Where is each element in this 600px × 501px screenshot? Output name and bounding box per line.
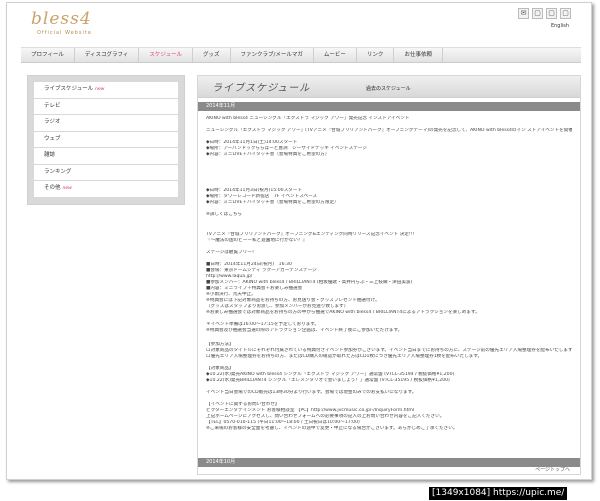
sidebar-menu: ライブスケジュール new テレビ ラジオ ウェブ 雑誌 ランキング その他 new — [27, 75, 185, 205]
new-badge: new — [95, 87, 105, 92]
schedule-content: ライブスケジュール 過去のスケジュール 2014年11月 AKINO with … — [197, 75, 581, 475]
sidebar-item-ranking[interactable]: ランキング — [34, 164, 178, 180]
sidebar-item-radio[interactable]: ラジオ — [34, 115, 178, 131]
browser-frame: bless4 Official Website ✉ ▢ ▢ ▢ English … — [6, 2, 592, 480]
share-icon[interactable]: ▢ — [532, 8, 543, 19]
body-line[interactable]: ※詳しくはこちら — [206, 212, 572, 218]
nav-movie[interactable]: ムービー — [314, 48, 357, 62]
page-title: ライブスケジュール — [212, 83, 311, 94]
body-line: ※特典会及び抽選会当選の際のアトラクション企画は、イベント終了後にご参加いただけ… — [206, 328, 403, 333]
event-block-3: TVアニメ『甘城ブリリアントパーク』オープニング&エンディング同時リリース記念イ… — [206, 232, 572, 334]
english-link[interactable]: English — [551, 23, 569, 29]
event-block-2: ◆日時：2014年11月3日(祝月)15:00スタート ◆場所：タワーレコード新宿… — [206, 188, 572, 218]
date-header-oct: 2014年10月 — [198, 458, 580, 467]
upic-watermark: [1349x1084] https://upic.me/ — [429, 487, 568, 500]
nav-goods[interactable]: グッズ — [193, 48, 231, 62]
body-line: ニューシングル「エクストラ マジック アワー」(TVアニメ『甘城ブリリアントパー… — [206, 128, 572, 133]
nav-link[interactable]: リンク — [357, 48, 395, 62]
title-band: ライブスケジュール 過去のスケジュール — [198, 76, 580, 98]
page-top-link[interactable]: ページトップへ — [535, 466, 570, 473]
sidebar-item-tv[interactable]: テレビ — [34, 98, 178, 114]
header-icons: ✉ ▢ ▢ ▢ — [518, 8, 571, 19]
global-nav: プロフィール ディスコグラフィ スケジュール グッズ ファンクラブ/メールマガ … — [21, 47, 581, 63]
event-block-1: AKINO with bless4 ニューシングル「エクストラ マジック アワー… — [206, 116, 572, 158]
social-icon[interactable]: ▢ — [546, 8, 557, 19]
nav-fanclub[interactable]: ファンクラブ/メールマガ — [231, 48, 314, 62]
event-block-4: 【参加方法】 ロ対象商品のタイトルにそれぞれ付属されている特典付きイベント参加券が… — [206, 342, 572, 432]
sidebar-item-other[interactable]: その他 new — [34, 181, 178, 197]
logo-subtitle: Official Website — [37, 30, 92, 36]
date-header-nov: 2014年11月 — [198, 102, 580, 111]
sidebar-item-magazine[interactable]: 雑誌 — [34, 148, 178, 164]
bookmark-icon[interactable]: ▢ — [560, 8, 571, 19]
site-header: bless4 Official Website ✉ ▢ ▢ ▢ English — [7, 3, 591, 43]
sidebar-item-live[interactable]: ライブスケジュール new — [34, 82, 178, 98]
nav-schedule[interactable]: スケジュール — [139, 48, 194, 62]
nav-profile[interactable]: プロフィール — [21, 48, 75, 62]
body-line: ◆内容：ミニLIVE＋ハイタッチ会（会場特典をご希望の方） — [206, 152, 330, 157]
body-line: ※ご来場のお客様の安全面を考慮し、イベントの途中で変更・中止になる場合がございま… — [206, 426, 458, 431]
mail-icon[interactable]: ✉ — [518, 8, 529, 19]
nav-contact[interactable]: お仕事依頼 — [394, 48, 443, 62]
new-badge: new — [62, 186, 72, 191]
past-schedule-link[interactable]: 過去のスケジュール — [366, 85, 411, 92]
nav-discography[interactable]: ディスコグラフィ — [75, 48, 140, 62]
site-logo[interactable]: bless4 — [31, 9, 92, 29]
sidebar-item-web[interactable]: ウェブ — [34, 131, 178, 147]
